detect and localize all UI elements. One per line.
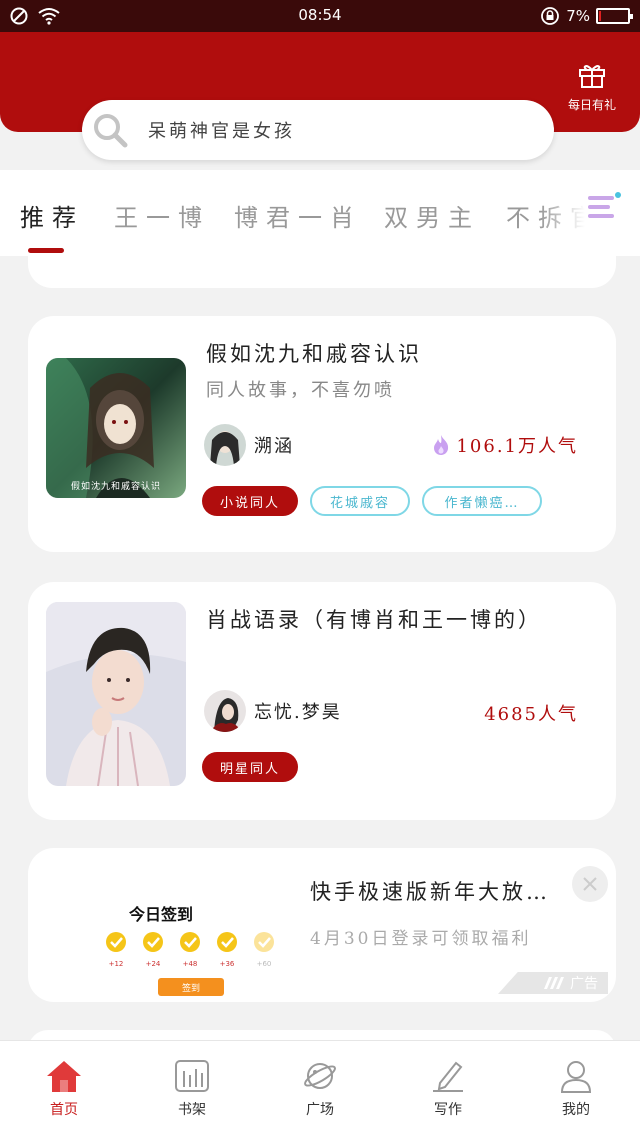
nav-write-label: 写作 xyxy=(434,1102,462,1118)
popularity-count: 106.1万人气 xyxy=(456,436,578,457)
ad-reward: +12 xyxy=(109,960,124,968)
nav-home[interactable]: 首页 xyxy=(14,1059,114,1119)
rotation-lock-icon xyxy=(541,7,560,25)
tag-huacheng-qirong[interactable]: 花城戚容 xyxy=(310,486,410,516)
nav-me-label: 我的 xyxy=(562,1102,590,1118)
author-avatar[interactable] xyxy=(204,690,246,732)
gift-label: 每日有礼 xyxy=(567,98,616,112)
ad-badge-label: 广告 xyxy=(570,976,598,992)
cover-caption: 假如沈九和戚容认识 xyxy=(70,482,161,492)
ad-image[interactable]: 今日签到 +12 +24 +48 +36 +60 签到 xyxy=(56,868,306,998)
bottom-navigation: 首页 书架 广场 写作 我的 xyxy=(0,1040,640,1138)
author-name: 忘忧.梦昊 xyxy=(254,702,342,723)
search-bar[interactable]: 呆萌神官是女孩 xyxy=(82,100,554,160)
bookshelf-icon xyxy=(175,1060,209,1092)
close-icon xyxy=(583,877,597,891)
story-author[interactable]: 溯涵 xyxy=(204,424,294,466)
story-card[interactable]: 假如沈九和戚容认识 假如沈九和戚容认识 同人故事，不喜勿喷 溯涵 106.1万人… xyxy=(28,316,616,552)
story-title[interactable]: 假如沈九和戚容认识 xyxy=(206,338,422,368)
search-icon xyxy=(94,114,128,148)
daily-gift-button[interactable]: 每日有礼 xyxy=(562,62,622,113)
nav-me[interactable]: 我的 xyxy=(526,1059,626,1119)
ad-reward: +60 xyxy=(257,960,272,968)
ad-checkin-heading: 今日签到 xyxy=(128,905,193,924)
ad-reward: +36 xyxy=(220,960,235,968)
ad-logo-icon xyxy=(544,977,564,989)
tag-fanfic-novel[interactable]: 小说同人 xyxy=(202,486,298,516)
planet-icon xyxy=(304,1063,336,1089)
battery-icon xyxy=(596,8,633,24)
story-author[interactable]: 忘忧.梦昊 xyxy=(204,690,342,732)
pen-icon xyxy=(433,1061,463,1092)
nav-plaza-label: 广场 xyxy=(306,1102,334,1118)
flame-icon xyxy=(434,435,449,455)
story-description: 同人故事，不喜勿喷 xyxy=(206,380,395,401)
home-icon xyxy=(47,1061,81,1092)
nav-bookshelf[interactable]: 书架 xyxy=(142,1059,242,1119)
tab-wang-yibo[interactable]: 王一博 xyxy=(114,198,210,233)
nav-plaza[interactable]: 广场 xyxy=(270,1059,370,1119)
popularity: 106.1万人气 xyxy=(432,432,578,458)
ad-reward: +48 xyxy=(183,960,198,968)
ad-close-button[interactable] xyxy=(572,866,608,902)
story-cover[interactable]: 假如沈九和戚容认识 xyxy=(46,358,186,498)
tab-double-male-lead[interactable]: 双男主 xyxy=(384,198,480,233)
popularity: 4685人气 xyxy=(484,700,578,726)
ad-title[interactable]: 快手极速版新年大放… xyxy=(310,876,550,906)
nav-home-label: 首页 xyxy=(50,1102,78,1118)
category-menu-button[interactable] xyxy=(588,192,622,226)
active-tab-indicator xyxy=(28,248,64,253)
category-tabs: 推荐 王一博 博君一肖 双男主 不拆官 xyxy=(0,170,640,256)
tag-celebrity-fanfic[interactable]: 明星同人 xyxy=(202,752,298,782)
ad-subtitle: 4月30日登录可领取福利 xyxy=(310,929,532,949)
author-name: 溯涵 xyxy=(254,436,294,457)
story-card[interactable]: 肖战语录（有博肖和王一博的） 忘忧.梦昊 4685人气 明星同人 xyxy=(28,582,616,820)
ad-badge: 广告 xyxy=(498,972,608,994)
story-cover[interactable] xyxy=(46,602,186,786)
user-icon xyxy=(560,1061,592,1093)
menu-icon xyxy=(588,192,621,218)
popularity-count: 4685人气 xyxy=(484,704,578,725)
author-avatar[interactable] xyxy=(204,424,246,466)
gift-icon xyxy=(579,65,605,88)
tag-author-lazy[interactable]: 作者懒癌… xyxy=(422,486,542,516)
status-bar: 08:54 7% xyxy=(0,0,640,32)
nav-write[interactable]: 写作 xyxy=(398,1059,498,1119)
battery-percent: 7% xyxy=(566,7,590,25)
ad-reward: +24 xyxy=(146,960,161,968)
previous-card-bottom xyxy=(28,256,616,288)
ad-checkin-button: 签到 xyxy=(182,982,200,994)
story-title[interactable]: 肖战语录（有博肖和王一博的） xyxy=(206,604,542,634)
tab-bojun-yixiao[interactable]: 博君一肖 xyxy=(234,198,362,233)
ad-card[interactable]: 今日签到 +12 +24 +48 +36 +60 签到 快手极速版新年大放… 4… xyxy=(28,848,616,1002)
search-placeholder: 呆萌神官是女孩 xyxy=(148,121,295,142)
tab-recommend[interactable]: 推荐 xyxy=(20,198,84,233)
nav-bookshelf-label: 书架 xyxy=(178,1102,206,1118)
